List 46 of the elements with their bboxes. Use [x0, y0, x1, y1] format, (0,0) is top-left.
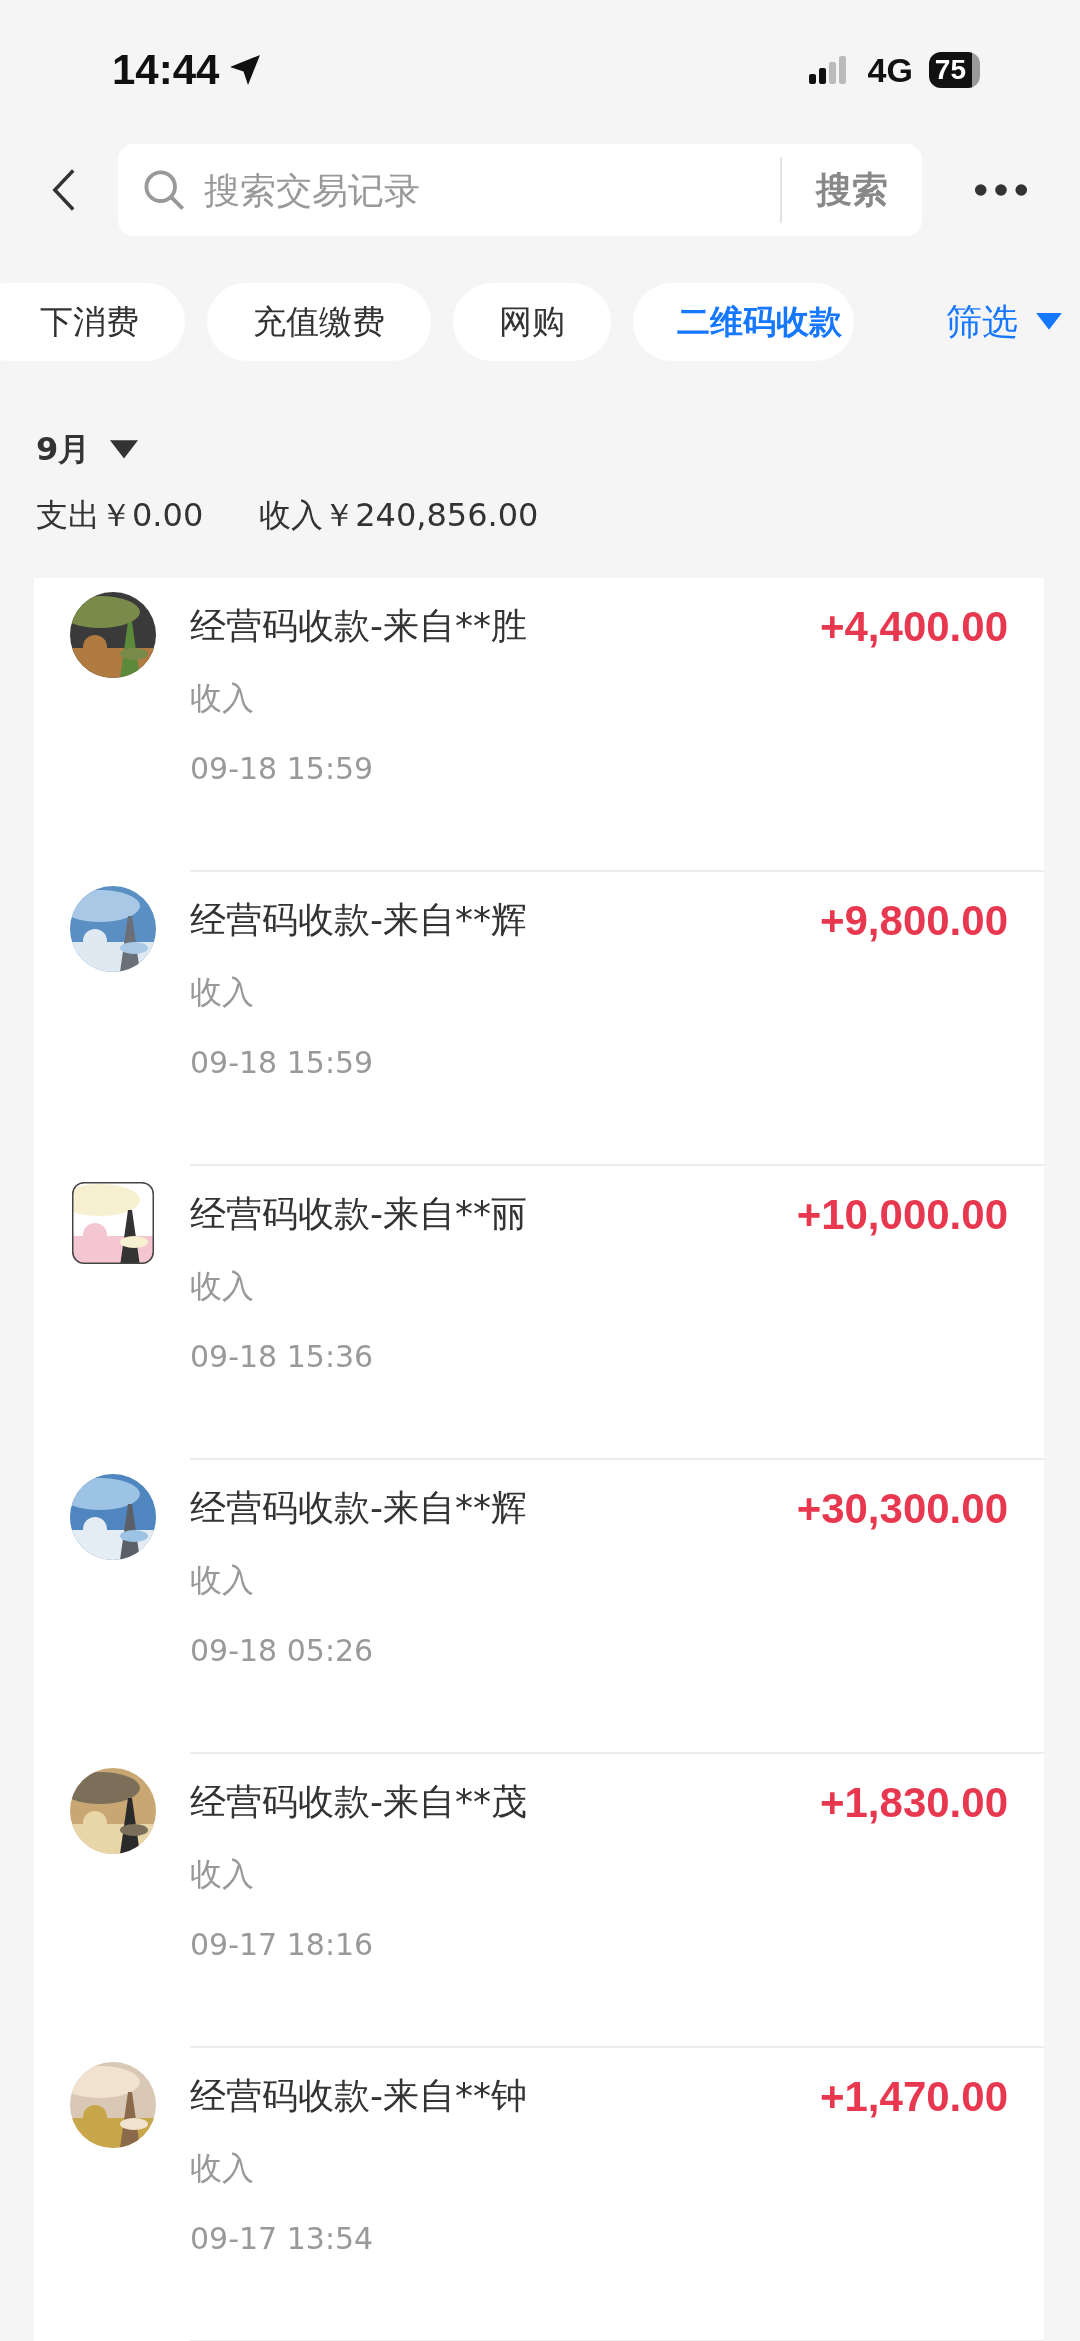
transaction-type: 收入	[190, 678, 254, 719]
transaction-title: 经营码收款-来自**胜	[190, 604, 527, 648]
transaction-amount: +9,800.00	[820, 896, 1008, 945]
expense-total: 支出￥0.00	[36, 495, 204, 536]
transaction-row[interactable]: 经营码收款-来自**胜 +4,400.00 收入 09-18 15:59	[34, 578, 1044, 872]
category-chip[interactable]: 下消费	[0, 283, 185, 361]
transaction-time: 09-18 15:36	[190, 1339, 374, 1374]
income-total: 收入￥240,856.00	[259, 495, 539, 536]
category-chip[interactable]: 网购	[453, 283, 611, 361]
transaction-title: 经营码收款-来自**辉	[190, 898, 527, 942]
search-button[interactable]: 搜索	[782, 165, 922, 215]
status-time: 14:44	[112, 46, 220, 94]
month-selector[interactable]: 9月	[36, 428, 139, 472]
transaction-time: 09-18 15:59	[190, 751, 374, 786]
transaction-type: 收入	[190, 1266, 254, 1307]
transaction-row[interactable]: 经营码收款-来自**辉 +9,800.00 收入 09-18 15:59	[34, 872, 1044, 1166]
transaction-time: 09-18 05:26	[190, 1633, 374, 1668]
transaction-row[interactable]: 经营码收款-来自**辉 +30,300.00 收入 09-18 05:26	[34, 1460, 1044, 1754]
transaction-type: 收入	[190, 1854, 254, 1895]
transaction-amount: +4,400.00	[820, 602, 1008, 651]
dropdown-triangle-icon	[1036, 313, 1062, 331]
transaction-time: 09-18 15:59	[190, 1045, 374, 1080]
transaction-amount: +1,830.00	[820, 1778, 1008, 1827]
transaction-amount: +1,470.00	[820, 2072, 1008, 2121]
transaction-title: 经营码收款-来自**茂	[190, 1780, 527, 1824]
transaction-title: 经营码收款-来自**丽	[190, 1192, 527, 1236]
category-chip[interactable]: 二维码收款	[633, 283, 854, 361]
battery-indicator: 75	[928, 52, 980, 88]
dropdown-triangle-icon	[110, 440, 139, 460]
network-label: 4G	[867, 50, 913, 90]
transaction-row[interactable]: 经营码收款-来自**钟 +1,470.00 收入 09-17 13:54	[34, 2048, 1044, 2341]
transaction-type: 收入	[190, 2148, 254, 2189]
search-icon	[142, 168, 186, 212]
more-icon[interactable]	[974, 183, 1028, 197]
transaction-row[interactable]: 经营码收款-来自**茂 +1,830.00 收入 09-17 18:16	[34, 1754, 1044, 2048]
transaction-type: 收入	[190, 1560, 254, 1601]
transaction-time: 09-17 18:16	[190, 1927, 374, 1962]
transaction-row[interactable]: 经营码收款-来自**丽 +10,000.00 收入 09-18 15:36	[34, 1166, 1044, 1460]
transaction-title: 经营码收款-来自**辉	[190, 1486, 527, 1530]
search-field[interactable]: 搜索交易记录 搜索	[118, 144, 922, 236]
transaction-title: 经营码收款-来自**钟	[190, 2074, 527, 2118]
category-chip[interactable]: 充值缴费	[207, 283, 431, 361]
transaction-time: 09-17 13:54	[190, 2221, 374, 2256]
transaction-type: 收入	[190, 972, 254, 1013]
transaction-amount: +30,300.00	[796, 1484, 1008, 1533]
transaction-amount: +10,000.00	[796, 1190, 1008, 1239]
